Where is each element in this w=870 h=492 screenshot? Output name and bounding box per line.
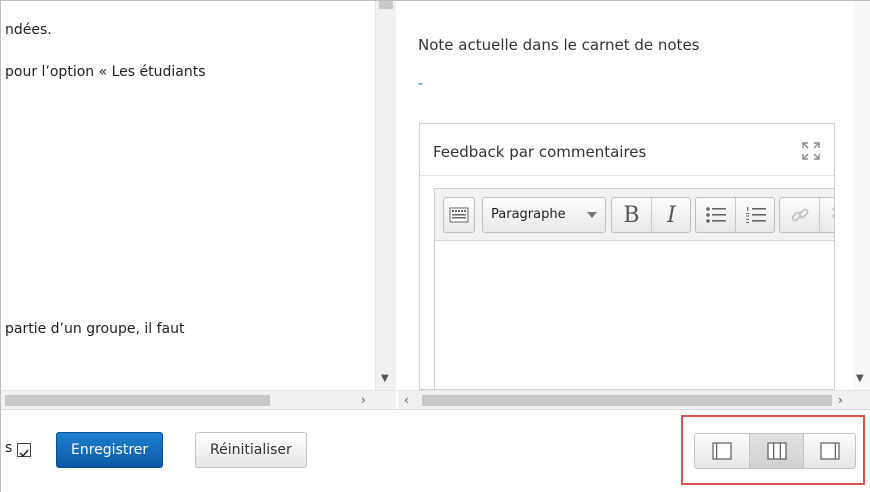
feedback-header: Feedback par commentaires bbox=[420, 124, 834, 176]
split-layout-button[interactable] bbox=[750, 434, 804, 468]
toolbar-toggle-button[interactable] bbox=[443, 197, 475, 233]
keyboard-toolbar-icon bbox=[449, 207, 469, 223]
submission-horizontal-scrollbar[interactable]: › bbox=[1, 390, 396, 409]
feedback-title: Feedback par commentaires bbox=[433, 143, 647, 161]
layout-right-panel-icon bbox=[820, 442, 840, 460]
notify-students-checkbox[interactable] bbox=[17, 443, 31, 458]
expand-icon[interactable] bbox=[802, 142, 820, 160]
numbered-list-icon bbox=[745, 207, 766, 223]
format-select-value: Paragraphe bbox=[491, 207, 566, 222]
reset-button[interactable]: Réinitialiser bbox=[195, 432, 307, 468]
grading-pane: Note actuelle dans le carnet de notes - … bbox=[398, 1, 870, 409]
submission-text-line: pour l’option « Les étudiants bbox=[5, 64, 206, 80]
numbered-list-button[interactable] bbox=[736, 198, 775, 232]
text-style-group: B I bbox=[611, 197, 691, 233]
scrollbar-thumb[interactable] bbox=[379, 1, 393, 9]
editor-content-area[interactable] bbox=[435, 241, 834, 389]
grader-frame: ndées. pour l’option « Les étudiants par… bbox=[0, 0, 870, 492]
scroll-right-arrow-icon[interactable]: › bbox=[361, 393, 366, 407]
bold-button[interactable]: B bbox=[612, 198, 651, 232]
paragraph-format-select[interactable]: Paragraphe bbox=[482, 197, 606, 233]
chevron-down-icon bbox=[587, 212, 597, 218]
unlink-button[interactable] bbox=[820, 198, 834, 232]
notify-students-label: s bbox=[5, 440, 13, 456]
scrollbar-thumb[interactable] bbox=[5, 395, 270, 406]
current-grade-value: - bbox=[418, 76, 424, 92]
checkmark-icon bbox=[19, 449, 29, 458]
link-icon bbox=[791, 208, 808, 222]
editor-toolbar: Paragraphe B I bbox=[435, 189, 834, 241]
collapse-submission-button[interactable] bbox=[695, 434, 749, 468]
feedback-comments-panel: Feedback par commentaires Paragraphe B I bbox=[419, 123, 835, 390]
grading-horizontal-scrollbar[interactable]: ‹ › bbox=[398, 390, 870, 409]
link-group bbox=[779, 197, 834, 233]
link-button[interactable] bbox=[780, 198, 819, 232]
collapse-grading-button[interactable] bbox=[803, 434, 857, 468]
layout-left-panel-icon bbox=[712, 442, 732, 460]
scroll-right-arrow-icon[interactable]: › bbox=[838, 393, 843, 407]
unlink-icon bbox=[831, 206, 834, 220]
submission-pane: ndées. pour l’option « Les étudiants par… bbox=[1, 1, 396, 409]
submission-text-line: partie d’un groupe, il faut bbox=[5, 321, 185, 337]
submission-text-line: ndées. bbox=[5, 22, 52, 38]
bullet-list-button[interactable] bbox=[696, 198, 735, 232]
pane-layout-toggle-group bbox=[694, 433, 856, 469]
bullet-list-icon bbox=[705, 207, 726, 223]
action-bar: s Enregistrer Réinitialiser bbox=[1, 409, 870, 492]
scroll-down-arrow-icon[interactable]: ▼ bbox=[381, 373, 389, 384]
scroll-down-arrow-icon[interactable]: ▼ bbox=[856, 373, 864, 384]
list-group bbox=[695, 197, 775, 233]
submission-vertical-scrollbar[interactable]: ▼ bbox=[375, 1, 396, 390]
italic-button[interactable]: I bbox=[652, 198, 691, 232]
scrollbar-thumb[interactable] bbox=[422, 395, 832, 406]
scroll-left-arrow-icon[interactable]: ‹ bbox=[404, 393, 409, 407]
feedback-editor[interactable]: Paragraphe B I bbox=[434, 188, 834, 389]
save-button[interactable]: Enregistrer bbox=[56, 432, 164, 468]
grading-vertical-scrollbar[interactable]: ▼ bbox=[853, 1, 870, 390]
layout-split-icon bbox=[767, 442, 787, 460]
current-grade-heading: Note actuelle dans le carnet de notes bbox=[418, 36, 700, 54]
